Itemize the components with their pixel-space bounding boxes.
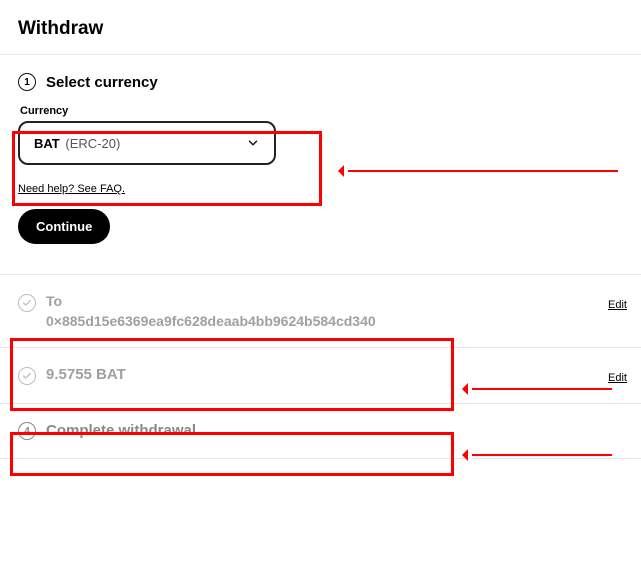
step-amount: 9.5755 BAT Edit — [0, 348, 641, 403]
to-address: 0×885d15e6369ea9fc628deaab4bb9624b584cd3… — [46, 313, 625, 329]
step-select-currency: 1 Select currency Currency BAT (ERC-20) — [0, 55, 641, 165]
currency-network: (ERC-20) — [65, 136, 120, 151]
edit-to-link[interactable]: Edit — [608, 299, 627, 311]
annotation-arrow — [472, 388, 612, 390]
continue-button[interactable]: Continue — [18, 209, 110, 244]
currency-field-label: Currency — [20, 105, 625, 117]
check-icon — [18, 367, 36, 385]
step-body: To 0×885d15e6369ea9fc628deaab4bb9624b584… — [46, 293, 625, 329]
step-number-1-icon: 1 — [18, 73, 36, 91]
faq-link[interactable]: Need help? See FAQ. — [18, 183, 125, 195]
check-icon — [18, 294, 36, 312]
currency-select[interactable]: BAT (ERC-20) — [18, 121, 276, 165]
step-body: 9.5755 BAT — [46, 366, 625, 383]
currency-selected-value: BAT (ERC-20) — [34, 136, 120, 151]
step-number-4-icon: 4 — [18, 422, 36, 440]
step-complete-withdrawal: 4 Complete withdrawal — [0, 404, 641, 458]
currency-symbol: BAT — [34, 136, 60, 151]
annotation-arrow — [472, 454, 612, 456]
step-to-address: To 0×885d15e6369ea9fc628deaab4bb9624b584… — [0, 275, 641, 347]
currency-field-group: Currency BAT (ERC-20) — [18, 105, 625, 165]
step-header: 1 Select currency — [18, 73, 625, 91]
step-title: Complete withdrawal — [46, 422, 196, 439]
page-title: Withdraw — [0, 0, 641, 54]
chevron-down-icon — [246, 136, 260, 150]
amount-value: 9.5755 BAT — [46, 366, 625, 383]
annotation-arrow — [348, 170, 618, 172]
step-title: Select currency — [46, 74, 158, 91]
to-label: To — [46, 293, 625, 309]
edit-amount-link[interactable]: Edit — [608, 372, 627, 384]
